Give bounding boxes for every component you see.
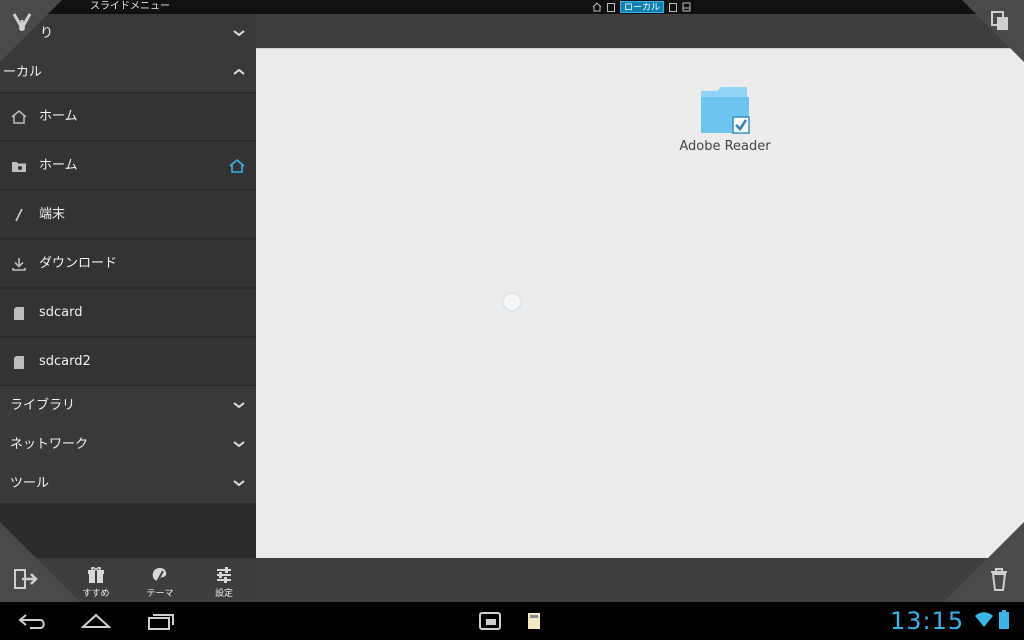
sidebar-item-home-folder[interactable]: ホーム: [0, 142, 256, 190]
section-tools[interactable]: ツール: [0, 464, 256, 503]
file-name: Adobe Reader: [679, 139, 771, 154]
sidebar-item-device[interactable]: 端末: [0, 191, 256, 239]
wifi-icon: [975, 612, 993, 627]
chevron-up-icon: [233, 68, 245, 75]
section-label: ネットワーク: [10, 437, 89, 452]
sidebar-item-sdcard[interactable]: sdcard: [0, 289, 256, 337]
section-label: ツール: [10, 476, 50, 491]
system-nav-bar: 13:15: [0, 602, 1024, 640]
calculator-icon[interactable]: [526, 610, 542, 632]
breadcrumb: ローカル: [592, 0, 691, 14]
chevron-down-icon: [233, 402, 245, 409]
palette-icon: [152, 568, 167, 583]
sidebar-item-sdcard2[interactable]: sdcard2: [0, 338, 256, 386]
chevron-down-icon: [233, 441, 245, 448]
sdcard-crumb-icon[interactable]: [682, 2, 691, 12]
loading-spinner: [502, 292, 522, 312]
sidebar-item-download[interactable]: ダウンロード: [0, 240, 256, 288]
phone-crumb-icon[interactable]: [669, 2, 678, 12]
file-area[interactable]: Adobe Reader: [256, 48, 1024, 558]
theme-button[interactable]: テーマ: [128, 558, 192, 602]
main-bottom-bar: [256, 558, 1024, 602]
breadcrumb-local[interactable]: ローカル: [620, 1, 665, 13]
device-crumb-icon[interactable]: [607, 2, 615, 12]
clock[interactable]: 13:15: [890, 607, 964, 635]
sidebar-item-label: ホーム: [39, 109, 78, 124]
screenshot-icon[interactable]: [478, 610, 502, 632]
sidebar-item-home[interactable]: ホーム: [0, 93, 256, 141]
chevron-down-icon: [233, 30, 245, 37]
settings-button[interactable]: 設定: [192, 558, 256, 602]
sidebar-item-label: 端末: [39, 207, 66, 222]
settings-label: 設定: [214, 589, 233, 599]
app-root: スライドメニュー ローカル り ーカル ホーム ホーム 端末 ダウンロード sd…: [0, 0, 1024, 640]
folder-icon: [12, 162, 26, 172]
recent-apps-icon[interactable]: [146, 610, 176, 632]
home-nav-icon[interactable]: [80, 610, 112, 632]
chevron-down-icon: [233, 480, 245, 487]
home-icon: [11, 110, 27, 124]
battery-icon: [999, 610, 1009, 629]
sidebar-item-label: sdcard2: [39, 354, 91, 369]
sdcard-icon: [14, 307, 24, 320]
sidebar-item-label: ダウンロード: [39, 256, 118, 271]
slash-icon: [15, 208, 23, 222]
section-library[interactable]: ライブラリ: [0, 386, 256, 425]
home-marker-icon[interactable]: [228, 157, 246, 175]
section-label: ライブラリ: [10, 398, 76, 413]
corner-tab-top-left[interactable]: [0, 0, 80, 80]
corner-tab-top-right[interactable]: [944, 0, 1024, 80]
file-item[interactable]: Adobe Reader: [672, 85, 782, 165]
download-icon: [12, 258, 26, 271]
section-network[interactable]: ネットワーク: [0, 425, 256, 464]
corner-tab-bottom-right[interactable]: [944, 522, 1024, 602]
app-title: スライドメニュー: [90, 1, 170, 12]
main-toolbar: [256, 14, 1024, 48]
title-strip: スライドメニュー ローカル: [0, 0, 1024, 14]
gift-icon: [88, 566, 104, 583]
theme-label: テーマ: [146, 589, 174, 599]
back-icon[interactable]: [16, 610, 48, 632]
corner-tab-bottom-left[interactable]: [0, 522, 80, 602]
folder-icon: [701, 87, 750, 134]
home-crumb-icon[interactable]: [592, 2, 602, 12]
sliders-icon: [217, 567, 231, 583]
sdcard-icon: [14, 356, 24, 369]
sidebar-item-label: sdcard: [39, 305, 83, 320]
slide-menu: り ーカル ホーム ホーム 端末 ダウンロード sdcard sdcard2 ラ…: [0, 14, 256, 602]
sidebar-item-label: ホーム: [39, 158, 78, 173]
